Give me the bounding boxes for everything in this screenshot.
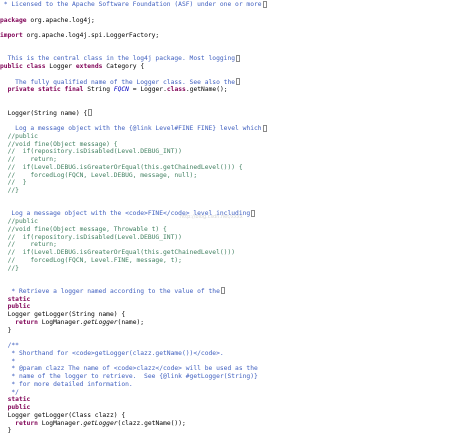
code-line[interactable]: Log a message object with the {@link Lev… — [0, 124, 267, 133]
code-line[interactable]: return LogManager.getLogger(name); — [0, 318, 144, 327]
code-token: String — [83, 86, 114, 94]
code-token: class — [166, 86, 186, 94]
code-line[interactable]: } — [0, 426, 12, 435]
code-line[interactable]: public class Logger extends Category { — [0, 62, 144, 71]
code-token: static — [37, 86, 61, 94]
code-token: Log a message object with the {@link Lev… — [0, 125, 262, 132]
code-line[interactable]: Log a message object with the <code>FINE… — [0, 209, 256, 218]
code-token: name — [60, 109, 76, 117]
code-token: Category { — [102, 63, 145, 70]
fold-marker-icon[interactable] — [220, 287, 225, 295]
code-line[interactable]: //} — [0, 186, 19, 195]
code-token: } — [0, 326, 12, 334]
fold-marker-icon[interactable] — [251, 209, 256, 217]
code-token: org.apache.log4j.spi.LoggerFactory; — [22, 32, 160, 39]
code-line[interactable]: * for more detailed information. — [0, 380, 133, 389]
code-token: org.apache.log4j; — [26, 16, 95, 24]
code-token: .getName(); — [185, 86, 228, 94]
code-token: private — [7, 86, 35, 94]
code-token: return — [15, 318, 38, 326]
code-editor[interactable]: http://blog.csdn.net/xxxx * Licensed to … — [0, 0, 474, 436]
code-line[interactable]: } — [0, 326, 12, 335]
code-line[interactable]: * Shorthand for <code>getLogger(clazz.ge… — [0, 349, 224, 358]
code-line[interactable]: * Retrieve a logger named according to t… — [0, 287, 225, 296]
fold-marker-icon[interactable] — [88, 109, 93, 116]
code-token: } — [0, 427, 12, 435]
code-token: //} — [0, 187, 19, 194]
code-token: class — [26, 63, 46, 70]
code-token: Logger(String — [0, 109, 61, 117]
fold-marker-icon[interactable] — [262, 0, 267, 8]
code-line[interactable]: //} — [0, 264, 19, 273]
code-line[interactable]: import org.apache.log4j.spi.LoggerFactor… — [0, 31, 159, 40]
code-token: package — [0, 16, 27, 24]
code-token: * for more detailed information. — [0, 380, 133, 388]
code-token: Logger — [45, 63, 76, 70]
code-token: * Shorthand for <code>getLogger(clazz.ge… — [0, 349, 224, 357]
code-line[interactable]: // forcedLog(FQCN, Level.DEBUG, message,… — [0, 171, 198, 180]
code-token: getLogger — [83, 419, 118, 427]
code-token: return — [15, 419, 38, 427]
fold-marker-icon[interactable] — [262, 124, 267, 132]
code-token: // forcedLog(FQCN, Level.FINE, message, … — [0, 256, 182, 264]
code-token: ) { — [75, 109, 88, 117]
code-token: // forcedLog(FQCN, Level.DEBUG, message,… — [0, 171, 198, 179]
code-token: (clazz.getName()); — [117, 419, 186, 427]
code-token: public — [0, 63, 23, 70]
code-token: * Licensed to the Apache Software Founda… — [0, 1, 262, 8]
code-token: * Retrieve a logger named according to t… — [0, 287, 220, 295]
code-line[interactable]: private static final String FQCN = Logge… — [0, 85, 228, 94]
fold-marker-icon[interactable] — [236, 54, 241, 62]
code-token: (name); — [117, 318, 145, 326]
fold-marker-icon[interactable] — [236, 78, 241, 85]
code-token: //} — [0, 264, 19, 272]
code-line[interactable]: * Licensed to the Apache Software Founda… — [0, 0, 267, 9]
code-line[interactable]: package org.apache.log4j; — [0, 16, 95, 25]
code-token: = Logger. — [128, 86, 167, 94]
code-token: final — [64, 86, 84, 94]
code-token: extends — [75, 63, 103, 70]
code-token: LogManager. — [37, 318, 84, 326]
code-line[interactable]: return LogManager.getLogger(clazz.getNam… — [0, 419, 186, 428]
code-token: FQCN — [113, 86, 129, 94]
code-token: LogManager. — [37, 419, 84, 427]
code-line[interactable]: Logger(String name) { — [0, 109, 93, 118]
code-token: getLogger — [83, 318, 118, 326]
code-token: import — [0, 32, 23, 39]
code-line[interactable]: // forcedLog(FQCN, Level.FINE, message, … — [0, 256, 182, 265]
